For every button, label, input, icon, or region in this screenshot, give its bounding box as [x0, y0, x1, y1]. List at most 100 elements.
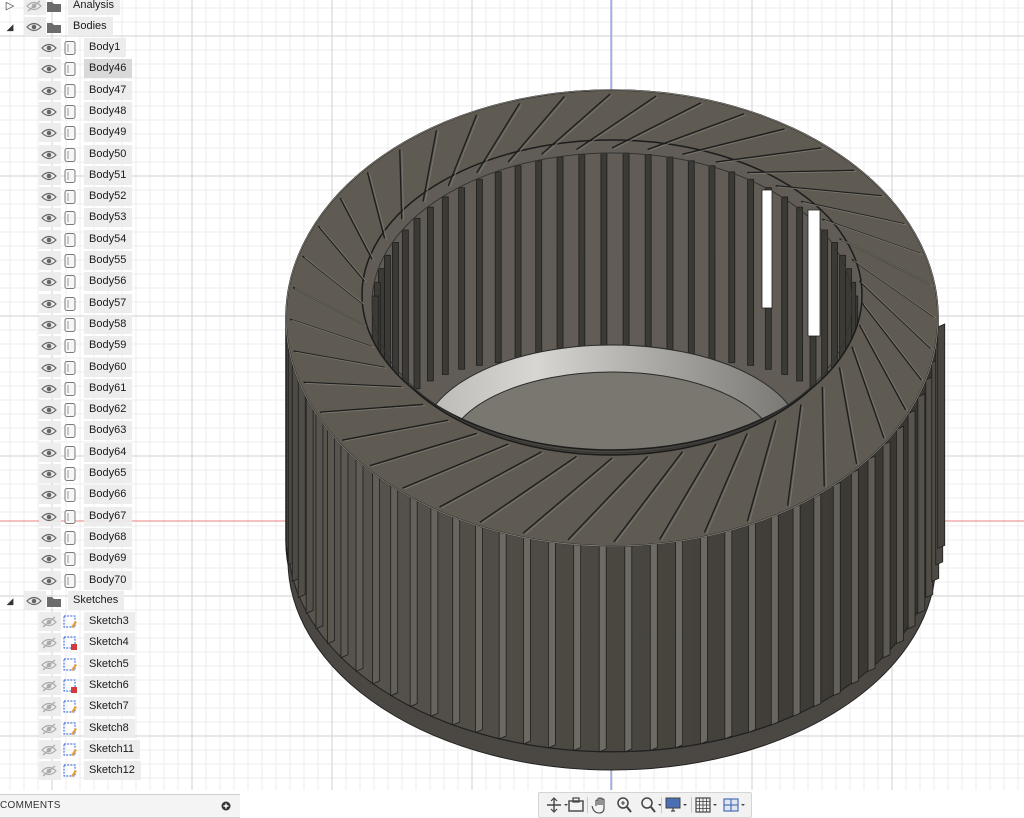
body-item-body52[interactable]: Body52 [0, 187, 240, 207]
eye-visible-icon[interactable] [41, 298, 57, 310]
body-icon [64, 317, 76, 332]
pan-icon[interactable] [591, 796, 615, 814]
sketch-item-sketch5[interactable]: Sketch5 [0, 654, 240, 675]
eye-visible-icon[interactable] [41, 170, 57, 182]
sketch-item-sketch7[interactable]: Sketch7 [0, 697, 240, 717]
eye-hidden-icon[interactable] [41, 616, 57, 628]
eye-visible-icon[interactable] [41, 468, 57, 480]
folder-sketches[interactable]: ◢ Sketches [0, 591, 240, 611]
body-item-body62[interactable]: Body62 [0, 400, 240, 420]
eye-visible-icon[interactable] [41, 425, 57, 437]
body-item-body70-label: Body70 [84, 570, 133, 590]
eye-visible-icon[interactable] [41, 447, 57, 459]
add-comment-icon[interactable] [221, 801, 231, 811]
eye-visible-icon[interactable] [26, 595, 42, 607]
body-icon [64, 275, 76, 290]
eye-visible-icon[interactable] [41, 532, 57, 544]
outer-blade [937, 323, 946, 549]
outer-blade [724, 528, 733, 740]
expand-arrow-icon[interactable]: ▷ [4, 0, 16, 13]
body-item-body61[interactable]: Body61 [0, 378, 240, 399]
eye-hidden-icon[interactable] [41, 744, 57, 756]
outer-blade [409, 493, 418, 708]
body-item-body46[interactable]: Body46 [0, 59, 240, 79]
eye-visible-icon[interactable] [26, 21, 42, 33]
eye-visible-icon[interactable] [41, 575, 57, 587]
body-item-body54[interactable]: Body54 [0, 229, 240, 250]
sketch-item-sketch3[interactable]: Sketch3 [0, 612, 240, 632]
eye-hidden-icon[interactable] [41, 659, 57, 671]
eye-visible-icon[interactable] [41, 553, 57, 565]
eye-visible-icon[interactable] [41, 106, 57, 118]
zoom-icon[interactable] [615, 796, 639, 814]
body-item-body64[interactable]: Body64 [0, 442, 240, 463]
body-item-body70[interactable]: Body70 [0, 570, 240, 591]
eye-hidden-icon[interactable] [41, 765, 57, 777]
outer-blade [573, 540, 582, 752]
eye-visible-icon[interactable] [41, 255, 57, 267]
eye-hidden-icon[interactable] [41, 701, 57, 713]
eye-visible-icon[interactable] [41, 340, 57, 352]
eye-visible-icon[interactable] [41, 404, 57, 416]
body-item-body63[interactable]: Body63 [0, 421, 240, 441]
comments-panel[interactable]: COMMENTS [0, 794, 240, 818]
body-item-body65[interactable]: Body65 [0, 464, 240, 484]
viewports-icon[interactable] [723, 796, 747, 814]
folder-bodies[interactable]: ◢ Bodies [0, 17, 240, 37]
orbit-icon[interactable] [545, 796, 569, 814]
blower-fan-body[interactable] [285, 89, 946, 771]
eye-visible-icon[interactable] [41, 362, 57, 374]
sketch-item-sketch12[interactable]: Sketch12 [0, 761, 240, 781]
sketch-item-sketch11[interactable]: Sketch11 [0, 739, 240, 760]
body-item-body47[interactable]: Body47 [0, 80, 240, 101]
inner-blade [401, 229, 409, 398]
collapse-arrow-icon[interactable]: ◢ [4, 594, 16, 608]
body-item-body55[interactable]: Body55 [0, 251, 240, 271]
eye-hidden-icon[interactable] [41, 680, 57, 692]
eye-hidden-icon[interactable] [41, 723, 57, 735]
body-item-body57[interactable]: Body57 [0, 293, 240, 314]
eye-visible-icon[interactable] [41, 85, 57, 97]
eye-visible-icon[interactable] [41, 63, 57, 75]
outer-blade [748, 521, 756, 734]
eye-hidden-icon[interactable] [26, 0, 42, 12]
body-item-body49[interactable]: Body49 [0, 123, 240, 143]
body-item-body60[interactable]: Body60 [0, 357, 240, 378]
body-item-body69[interactable]: Body69 [0, 549, 240, 569]
body-item-body56-label: Body56 [84, 272, 133, 292]
zoom-window-icon[interactable] [639, 796, 663, 814]
body-item-body53[interactable]: Body53 [0, 208, 240, 228]
eye-visible-icon[interactable] [41, 276, 57, 288]
eye-visible-icon[interactable] [41, 489, 57, 501]
body-item-body56[interactable]: Body56 [0, 272, 240, 292]
eye-hidden-icon[interactable] [41, 637, 57, 649]
body-item-body67[interactable]: Body67 [0, 506, 240, 527]
body-item-body58[interactable]: Body58 [0, 314, 240, 335]
eye-visible-icon[interactable] [41, 234, 57, 246]
folder-analysis[interactable]: ▷ Analysis [0, 0, 240, 16]
sketch-item-sketch6[interactable]: Sketch6 [0, 675, 240, 696]
sketch-item-sketch8[interactable]: Sketch8 [0, 718, 240, 739]
grid-settings-icon[interactable] [695, 796, 719, 814]
outer-blade [523, 533, 531, 745]
body-item-body1[interactable]: Body1 [0, 38, 240, 58]
eye-visible-icon[interactable] [41, 191, 57, 203]
toolbar-separator [661, 797, 662, 813]
body-item-body50[interactable]: Body50 [0, 144, 240, 165]
body-item-body66[interactable]: Body66 [0, 485, 240, 505]
eye-visible-icon[interactable] [41, 127, 57, 139]
sketch-item-sketch4[interactable]: Sketch4 [0, 633, 240, 653]
eye-visible-icon[interactable] [41, 319, 57, 331]
body-item-body48[interactable]: Body48 [0, 101, 240, 122]
body-item-body59[interactable]: Body59 [0, 336, 240, 356]
eye-visible-icon[interactable] [41, 511, 57, 523]
eye-visible-icon[interactable] [41, 42, 57, 54]
collapse-arrow-icon[interactable]: ◢ [4, 20, 16, 34]
eye-visible-icon[interactable] [41, 149, 57, 161]
outer-blade [355, 455, 364, 672]
body-item-body68[interactable]: Body68 [0, 527, 240, 548]
eye-visible-icon[interactable] [41, 212, 57, 224]
body-item-body51[interactable]: Body51 [0, 165, 240, 186]
eye-visible-icon[interactable] [41, 383, 57, 395]
display-settings-icon[interactable] [665, 796, 689, 814]
